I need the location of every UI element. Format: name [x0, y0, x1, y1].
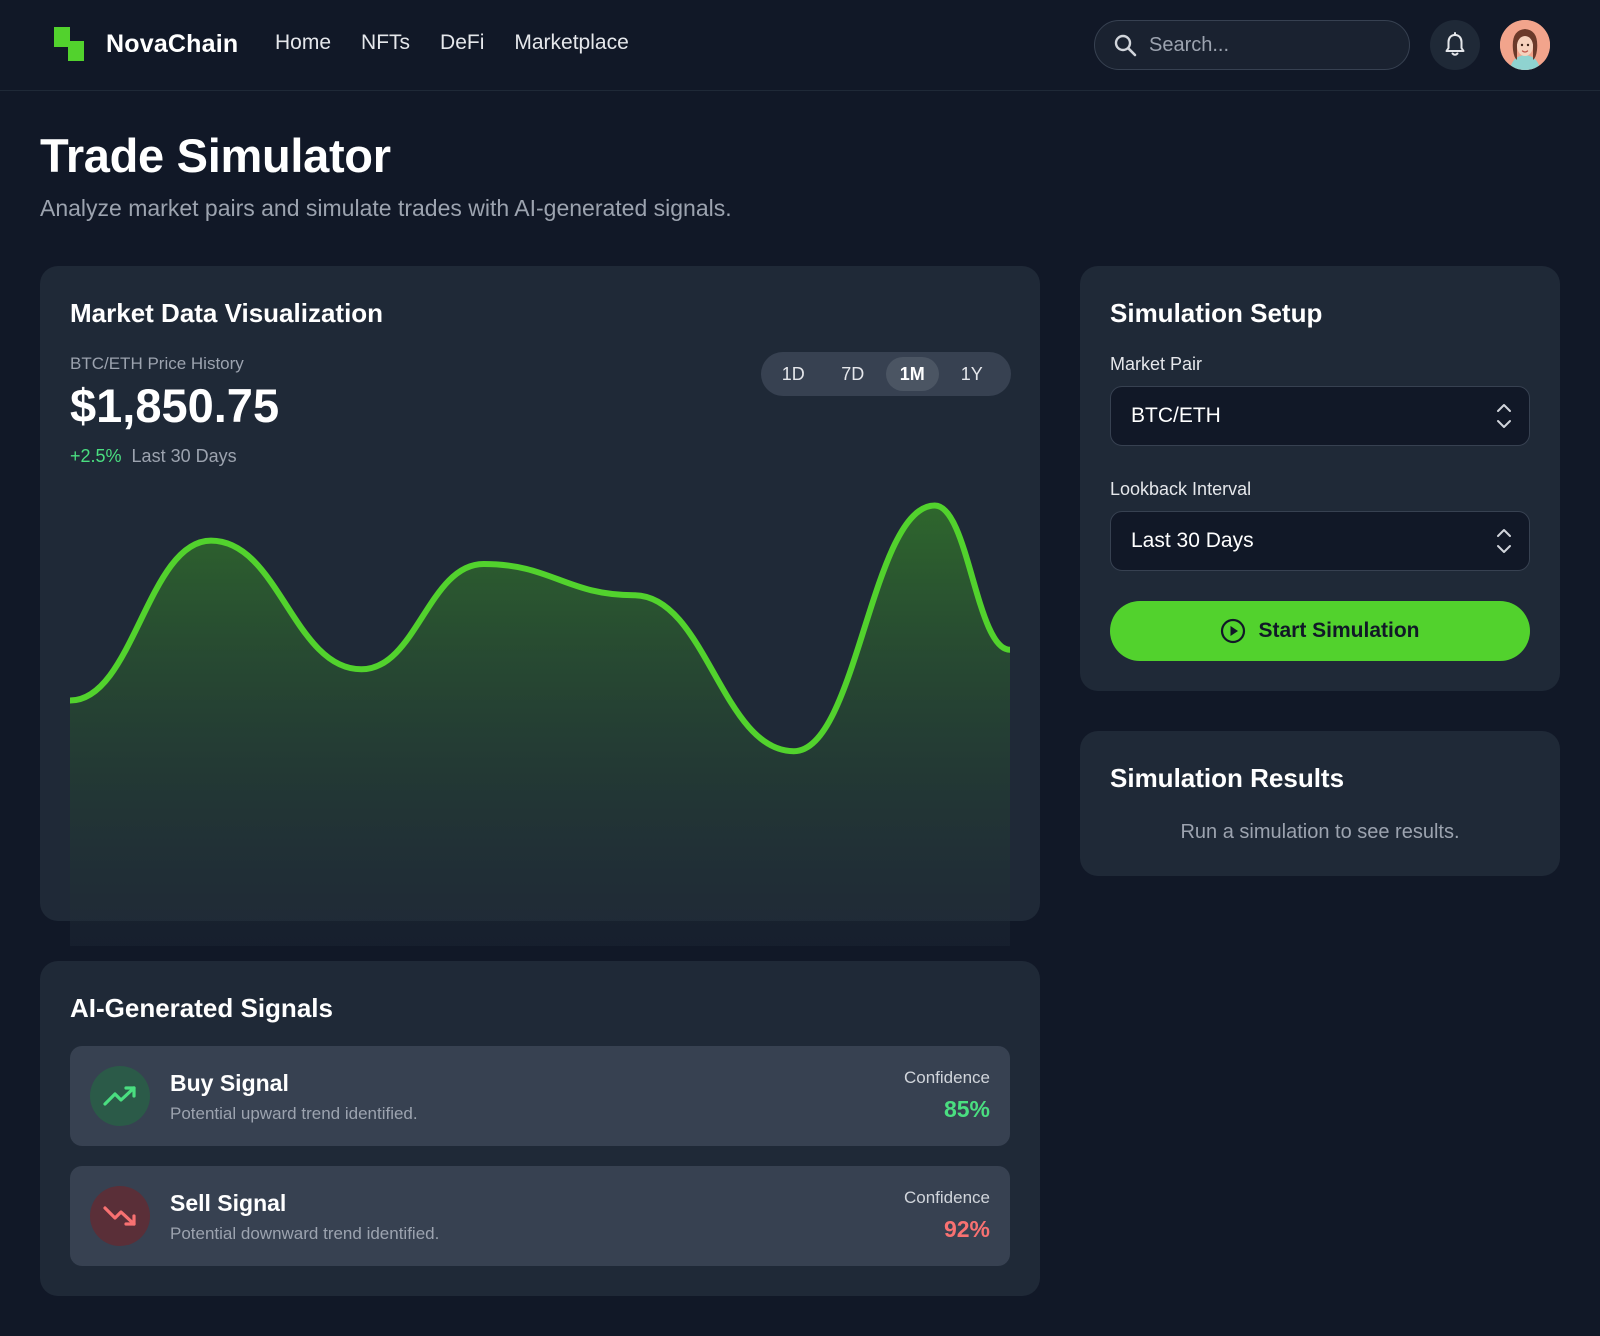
- market-data-card: Market Data Visualization BTC/ETH Price …: [40, 266, 1040, 946]
- nav-link-home[interactable]: Home: [275, 31, 331, 55]
- results-card-title: Simulation Results: [1110, 763, 1345, 793]
- setup-card-title: Simulation Setup: [1110, 298, 1323, 328]
- avatar-portrait-icon: [1500, 20, 1550, 70]
- range-tab-1y[interactable]: 1Y: [946, 357, 999, 391]
- play-circle-icon: [1221, 618, 1246, 644]
- market-pair-label: Market Pair: [1110, 354, 1203, 374]
- confidence-label: Confidence: [903, 1188, 990, 1207]
- range-tab-1d[interactable]: 1D: [767, 357, 820, 391]
- signal-description: Potential downward trend identified.: [170, 1224, 440, 1243]
- price-change-row: +2.5% Last 30 Days: [70, 446, 237, 467]
- signal-title: Buy Signal: [170, 1070, 289, 1096]
- user-avatar[interactable]: [1500, 20, 1550, 70]
- trend-up-icon: [90, 1066, 150, 1126]
- price-change-percent: +2.5%: [70, 446, 122, 466]
- lookback-interval-value: Last 30 Days: [1131, 529, 1254, 552]
- price-history-label: BTC/ETH Price History: [70, 354, 244, 373]
- results-empty-state: Run a simulation to see results.: [1180, 821, 1460, 843]
- brand-logo-icon: [54, 27, 86, 61]
- brand[interactable]: NovaChain: [54, 27, 238, 61]
- search-input[interactable]: [1149, 33, 1389, 57]
- range-tab-7d[interactable]: 7D: [827, 357, 880, 391]
- nav-link-defi[interactable]: DeFi: [440, 31, 484, 55]
- notifications-button[interactable]: [1430, 20, 1480, 70]
- lookback-interval-select[interactable]: Last 30 Days: [1110, 511, 1530, 571]
- time-range-tabs: 1D 7D 1M 1Y: [761, 352, 1011, 396]
- signal-title: Sell Signal: [170, 1190, 287, 1216]
- current-price: $1,850.75: [70, 379, 280, 432]
- signal-description: Potential upward trend identified.: [170, 1104, 418, 1123]
- ai-signals-card: AI-Generated Signals Buy Signal Potentia…: [40, 961, 1040, 1296]
- confidence-label: Confidence: [903, 1068, 990, 1087]
- nav-link-marketplace[interactable]: Marketplace: [514, 31, 628, 55]
- market-pair-select[interactable]: BTC/ETH: [1110, 386, 1530, 446]
- signals-card-title: AI-Generated Signals: [70, 993, 333, 1023]
- start-simulation-label: Start Simulation: [1258, 619, 1420, 642]
- market-card-title: Market Data Visualization: [70, 298, 384, 328]
- confidence-value: 85%: [943, 1096, 990, 1122]
- select-arrows-icon: [1497, 529, 1511, 553]
- sell-signal-row[interactable]: Sell Signal Potential downward trend ide…: [70, 1166, 1010, 1266]
- simulation-setup-card: Simulation Setup Market Pair BTC/ETH Loo…: [1080, 266, 1560, 691]
- lookback-interval-label: Lookback Interval: [1110, 479, 1252, 499]
- brand-name: NovaChain: [106, 29, 239, 58]
- buy-signal-row[interactable]: Buy Signal Potential upward trend identi…: [70, 1046, 1010, 1146]
- nav-link-nfts[interactable]: NFTs: [361, 31, 410, 55]
- start-simulation-button[interactable]: Start Simulation: [1110, 601, 1530, 661]
- select-arrows-icon: [1497, 404, 1511, 428]
- range-tab-1m[interactable]: 1M: [886, 357, 939, 391]
- nav-links: Home NFTs DeFi Marketplace: [275, 31, 629, 55]
- simulation-results-card: Simulation Results Run a simulation to s…: [1080, 731, 1560, 876]
- page-subtitle: Analyze market pairs and simulate trades…: [40, 195, 732, 221]
- market-pair-value: BTC/ETH: [1131, 404, 1221, 427]
- price-change-period: Last 30 Days: [131, 446, 237, 466]
- search-bar[interactable]: [1094, 20, 1410, 70]
- price-area-chart: [70, 502, 1010, 946]
- trend-down-icon: [90, 1186, 150, 1246]
- search-icon: [1114, 34, 1137, 57]
- bell-icon: [1445, 32, 1465, 56]
- top-navbar: NovaChain Home NFTs DeFi Marketplace: [0, 0, 1600, 91]
- page-title: Trade Simulator: [40, 129, 391, 182]
- confidence-value: 92%: [943, 1216, 990, 1242]
